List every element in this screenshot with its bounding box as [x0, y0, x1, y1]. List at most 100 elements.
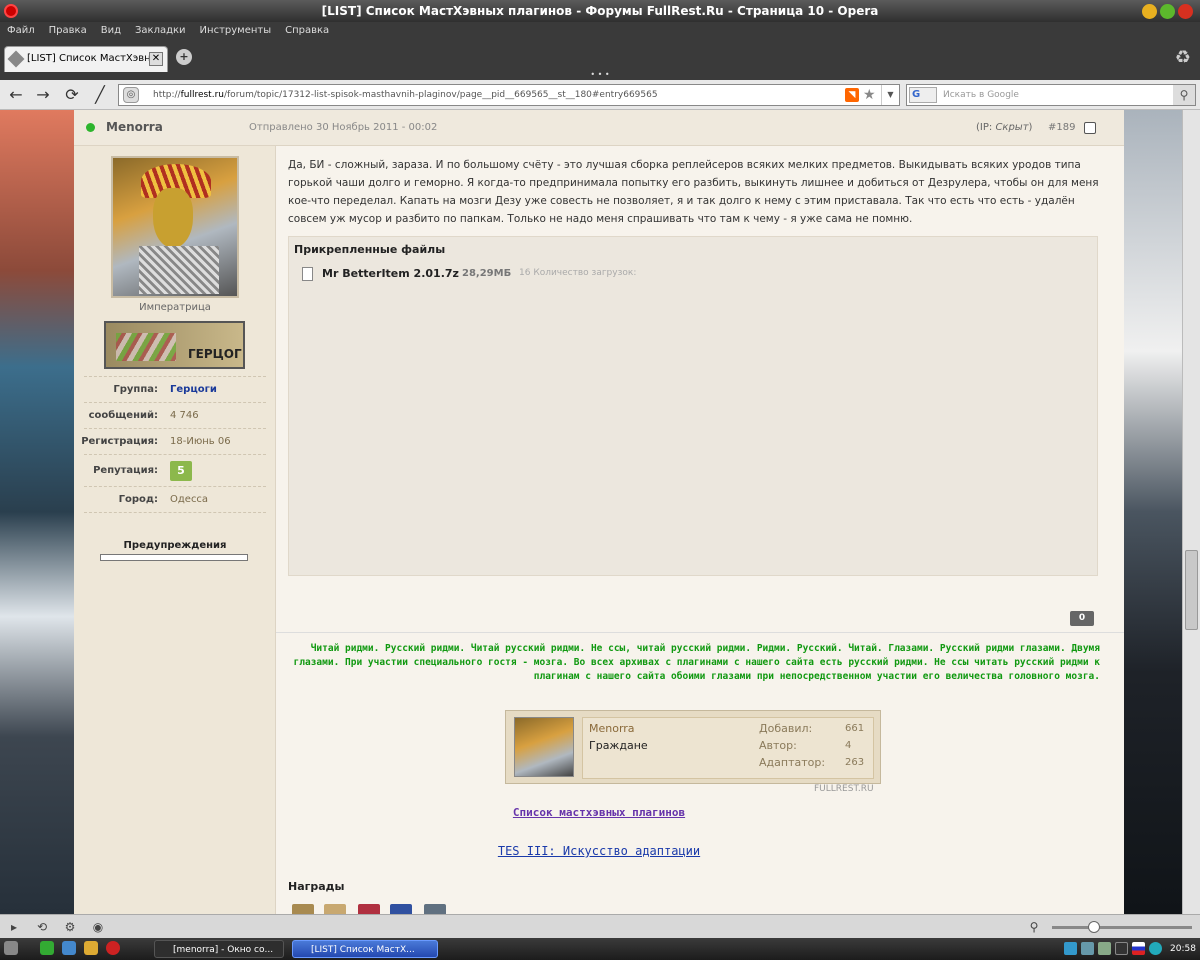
taskbar-item-chat[interactable]: [menorra] - Окно со... — [154, 940, 284, 958]
panel-toggle-icon[interactable]: ▸ — [6, 919, 22, 935]
zoom-icon[interactable]: ⚲ — [1026, 919, 1042, 935]
bookmark-star-icon[interactable]: ★ — [863, 85, 876, 105]
menu-bookmarks[interactable]: Закладки — [128, 22, 193, 39]
attachments-title: Прикрепленные файлы — [294, 243, 446, 256]
tab-label: [LIST] Список МастХэвн... — [27, 53, 161, 64]
new-tab-icon[interactable]: + — [176, 49, 192, 65]
warnings-bar — [100, 554, 248, 561]
online-status-icon — [86, 123, 95, 132]
quicklaunch-download-icon[interactable] — [40, 941, 54, 955]
userbar-site: FULLREST.RU — [814, 784, 874, 794]
tray-language-icon[interactable] — [1132, 942, 1145, 955]
userbar[interactable]: Menorra Граждане Добавил: 661 Автор: 4 Ада… — [505, 710, 881, 784]
post-select-checkbox[interactable] — [1084, 122, 1096, 134]
badge-emblem-icon — [116, 333, 176, 361]
trash-icon[interactable]: ♻ — [1172, 47, 1194, 69]
unite-icon[interactable]: ⚙ — [62, 919, 78, 935]
zoom-slider[interactable] — [1052, 921, 1192, 933]
rank-badge: ГЕРЦОГ — [104, 321, 245, 369]
post-rating[interactable]: 0 — [1070, 611, 1094, 626]
maximize-button[interactable] — [1160, 4, 1175, 19]
google-icon[interactable]: G — [909, 87, 937, 103]
tray-network-icon[interactable] — [1064, 942, 1077, 955]
author-profile: Императрица ГЕРЦОГ Группа: Герцоги сообще… — [74, 146, 276, 914]
vertical-scrollbar[interactable] — [1182, 110, 1200, 914]
minimize-button[interactable] — [1142, 4, 1157, 19]
menu-file[interactable]: Файл — [0, 22, 42, 39]
tray-display-icon[interactable] — [1081, 942, 1094, 955]
reload-icon[interactable]: ⟳ — [62, 85, 82, 105]
award-icon[interactable] — [324, 904, 346, 914]
rank-title: Императрица — [139, 302, 211, 313]
back-icon[interactable]: ← — [6, 85, 26, 105]
post-number[interactable]: #189 — [1048, 122, 1075, 133]
profile-reputation: Репутация: 5 — [84, 454, 266, 486]
menu-help[interactable]: Справка — [278, 22, 336, 39]
quicklaunch-avast-icon[interactable] — [84, 941, 98, 955]
taskbar: [menorra] - Окно со... [LIST] Список Мас… — [0, 938, 1200, 960]
signature-text: Читай ридми. Русский ридми. Читай русски… — [293, 643, 1100, 682]
zoom-handle[interactable] — [1088, 921, 1100, 933]
award-icon[interactable] — [390, 904, 412, 914]
window-title: [LIST] Список МастХэвных плагинов - Фору… — [321, 4, 879, 18]
forward-icon[interactable]: → — [33, 85, 53, 105]
forum-post: Menorra Отправлено 30 Ноябрь 2011 - 00:0… — [74, 110, 1124, 914]
attachment-link[interactable]: Mr BetterItem 2.01.7z — [322, 267, 459, 280]
search-icon[interactable]: ⚲ — [1173, 85, 1195, 105]
tab-close-icon[interactable]: ✕ — [149, 52, 163, 66]
userbar-avatar — [514, 717, 574, 777]
address-dropdown-icon[interactable]: ▼ — [881, 85, 899, 105]
post-date[interactable]: Отправлено 30 Ноябрь 2011 - 00:02 — [249, 122, 437, 133]
menu-view[interactable]: Вид — [94, 22, 128, 39]
award-icon[interactable] — [292, 904, 314, 914]
tab-active[interactable]: [LIST] Список МастХэвн... ✕ — [4, 46, 168, 72]
quicklaunch-browser-icon[interactable] — [62, 941, 76, 955]
attachments-panel: Прикрепленные файлы Mr BetterItem 2.01.7… — [288, 236, 1098, 576]
search-placeholder: Искать в Google — [943, 90, 1019, 100]
address-text: http://fullrest.ru/forum/topic/17312-lis… — [153, 90, 658, 100]
tab-bar: [LIST] Список МастХэвн... ✕ + ♻ — [0, 42, 1200, 72]
fullrest-favicon-icon — [7, 50, 25, 68]
awards-title: Награды — [288, 880, 345, 893]
edit-icon[interactable]: ╱ — [90, 85, 110, 105]
group-link[interactable]: Герцоги — [170, 384, 217, 395]
reputation-badge[interactable]: 5 — [170, 461, 192, 481]
page-viewport: Menorra Отправлено 30 Ноябрь 2011 - 00:0… — [0, 110, 1200, 914]
attachment-downloads: 16 Количество загрузок: — [519, 268, 637, 278]
tray-app-icon[interactable] — [1115, 942, 1128, 955]
post-body: Да, БИ - сложный, зараза. И по большому … — [288, 159, 1099, 225]
warnings-label: Предупреждения — [123, 540, 227, 551]
rss-icon[interactable]: ◥ — [845, 88, 859, 102]
navigation-bar: ← → ⟳ ╱ ◎ http://fullrest.ru/forum/topic… — [0, 80, 1200, 110]
attachment-size: 28,29МБ — [462, 268, 512, 279]
profile-city: Город: Одесса — [84, 486, 266, 512]
tray-update-icon[interactable] — [1149, 942, 1162, 955]
sync-icon[interactable]: ⟲ — [34, 919, 50, 935]
start-icon[interactable] — [4, 941, 18, 955]
quicklaunch-opera-icon[interactable] — [106, 941, 120, 955]
tray-printer-icon[interactable] — [1098, 942, 1111, 955]
signature-link-plugins[interactable]: Список мастхэвных плагинов — [74, 806, 1124, 819]
file-icon — [302, 267, 313, 281]
turbo-icon[interactable]: ◉ — [90, 919, 106, 935]
profile-group: Группа: Герцоги — [84, 376, 266, 402]
opera-logo-icon[interactable] — [4, 4, 18, 18]
taskbar-clock: 20:58 — [1170, 944, 1196, 954]
post-ip: (IP: Скрыт) — [976, 122, 1033, 133]
menu-tools[interactable]: Инструменты — [193, 22, 279, 39]
address-bar[interactable]: ◎ http://fullrest.ru/forum/topic/17312-l… — [118, 84, 900, 106]
taskbar-item-opera[interactable]: [LIST] Список МастХ... — [292, 940, 438, 958]
award-icon[interactable] — [358, 904, 380, 914]
award-icon[interactable] — [424, 904, 446, 914]
search-box[interactable]: G Искать в Google ⚲ — [906, 84, 1196, 106]
scrollbar-thumb[interactable] — [1185, 550, 1198, 630]
avatar[interactable] — [111, 156, 239, 298]
signature-link-adaptation[interactable]: TES III: Искусство адаптации — [74, 844, 1124, 858]
menu-bar: Файл Правка Вид Закладки Инструменты Справка — [0, 22, 1200, 42]
globe-icon[interactable]: ◎ — [123, 87, 139, 103]
post-author[interactable]: Menorra — [106, 120, 163, 134]
menu-edit[interactable]: Правка — [42, 22, 94, 39]
toolbar-grip[interactable]: • • • — [0, 71, 1200, 80]
profile-registration: Регистрация: 18-Июнь 06 — [81, 428, 266, 454]
close-button[interactable] — [1178, 4, 1193, 19]
